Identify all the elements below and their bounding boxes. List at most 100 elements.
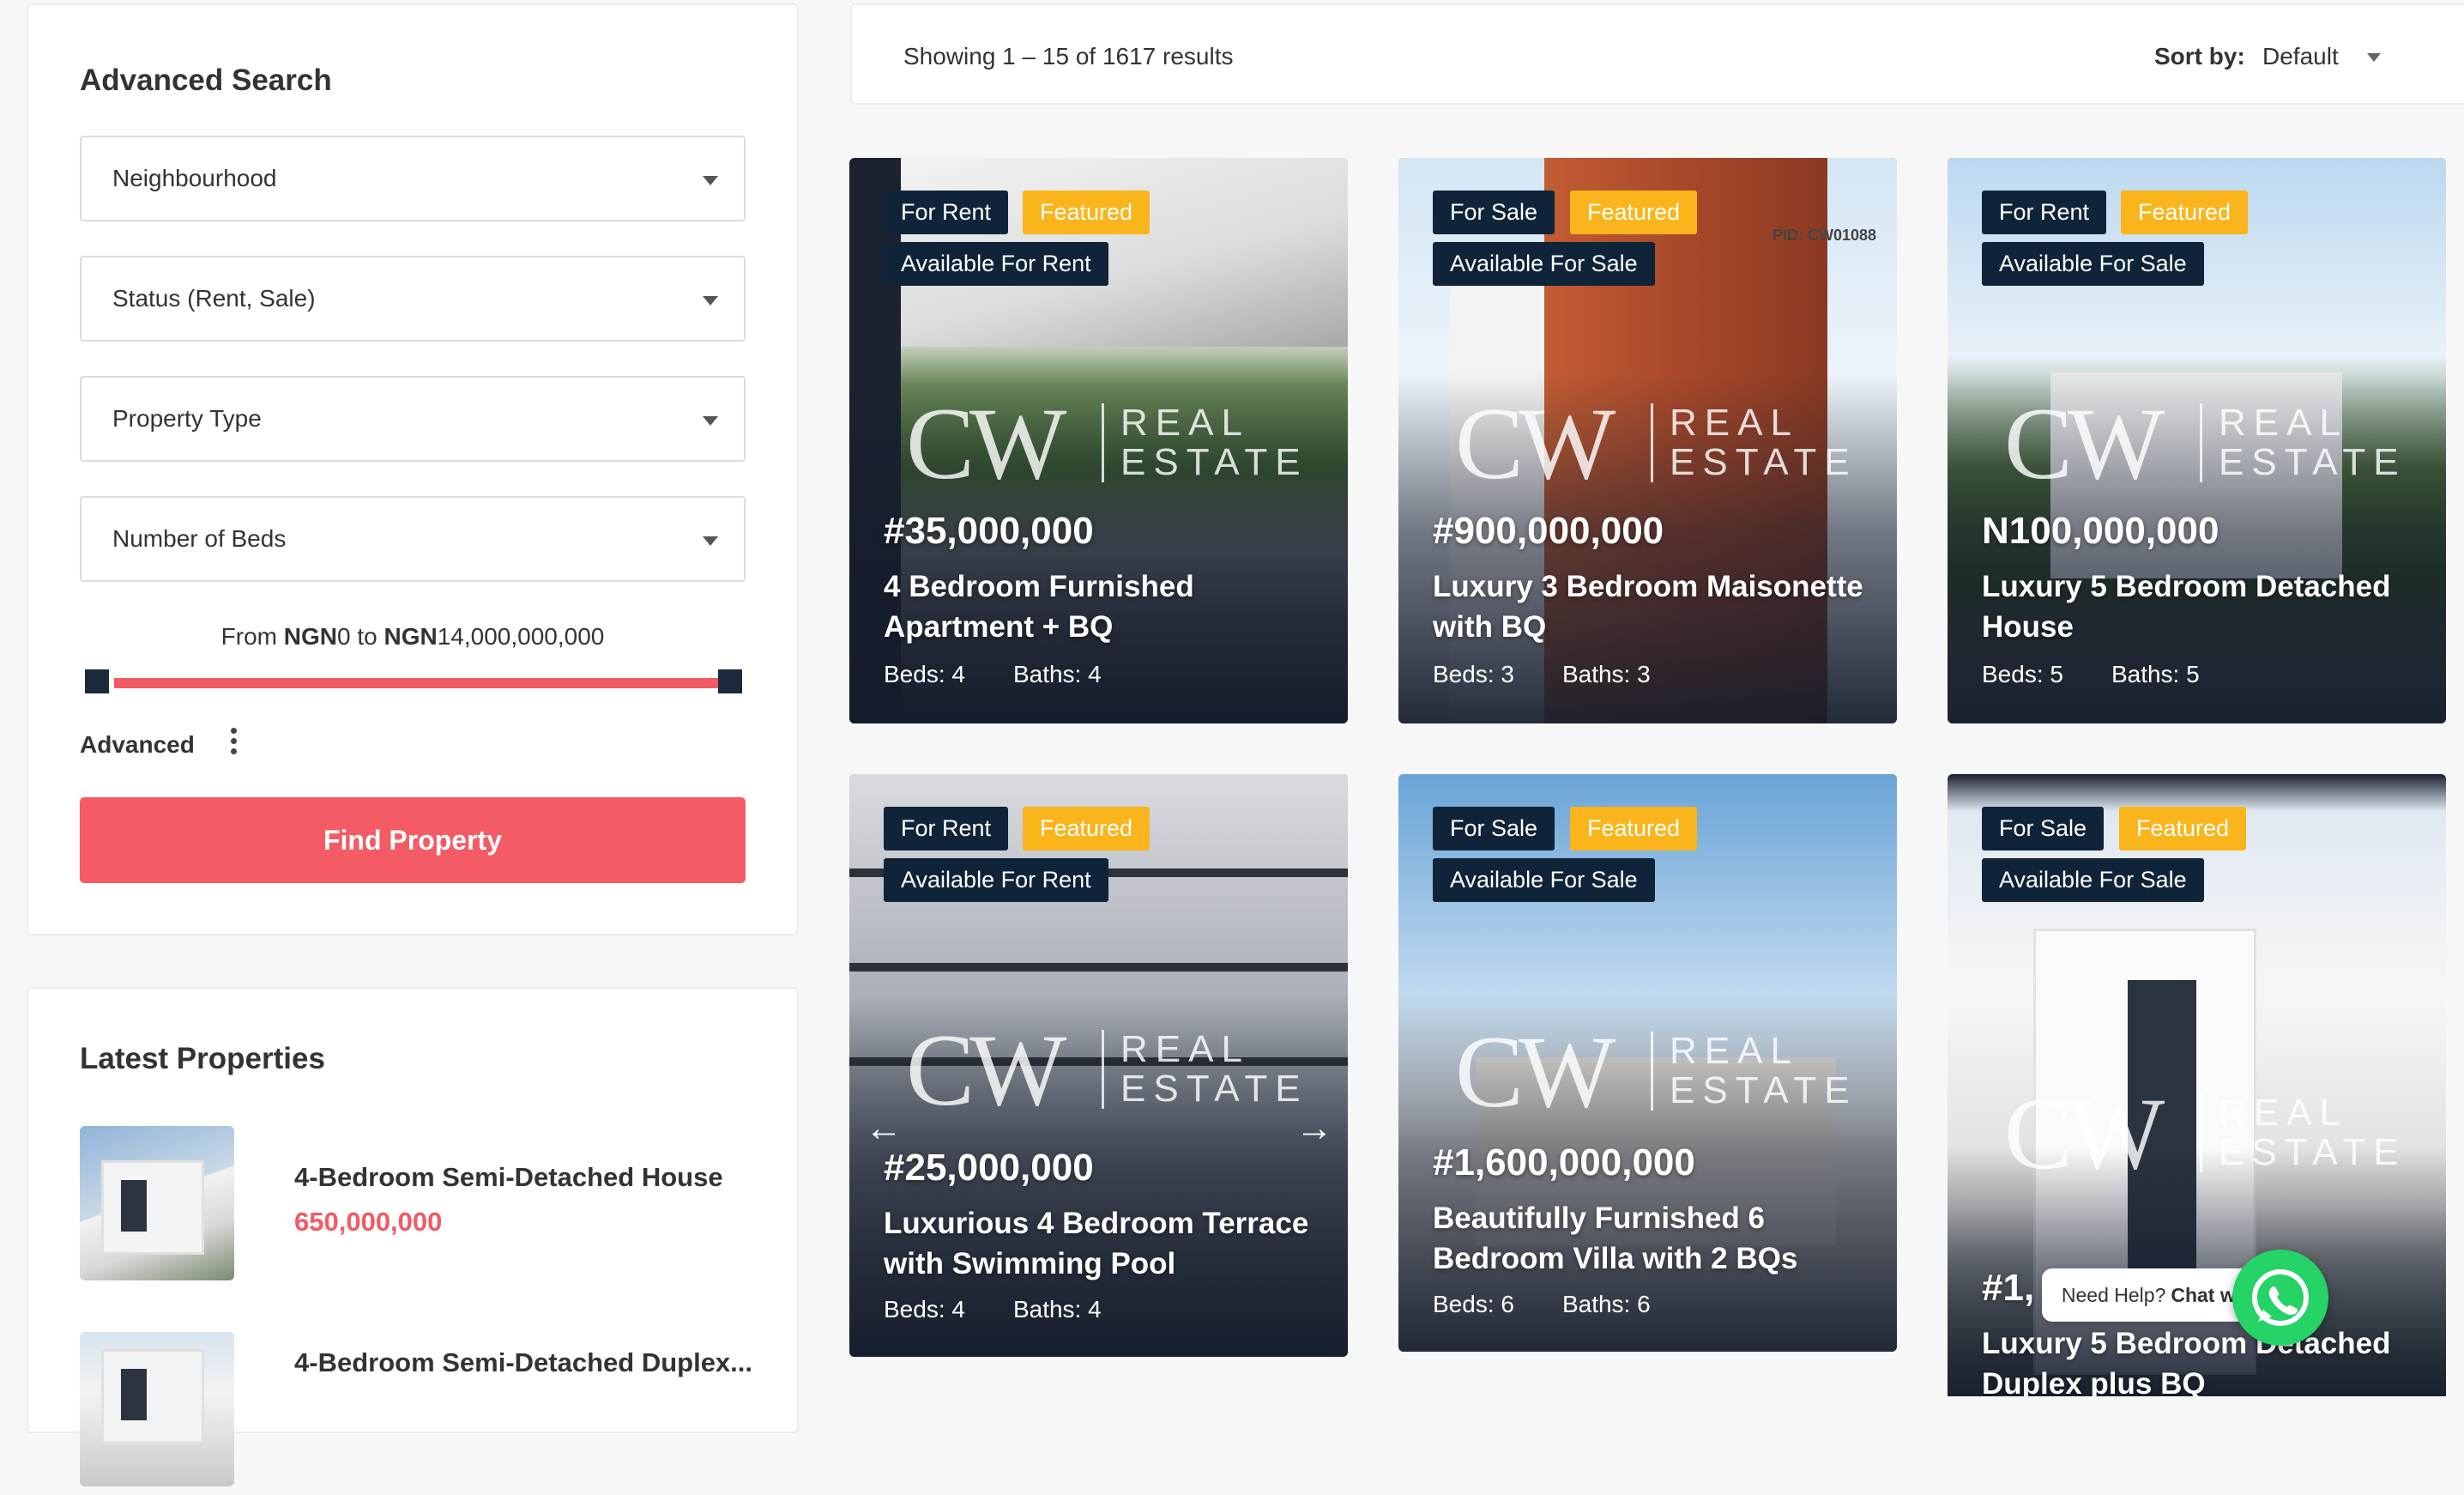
property-meta: Beds: 4 Baths: 4 [884,1296,1150,1323]
price-slider-max-handle[interactable] [718,669,742,693]
availability-tag: Available For Rent [884,242,1108,286]
baths-count: Baths: 6 [1561,1291,1651,1317]
range-to-label: to [357,623,377,650]
watermark-estate: ESTATE [1120,441,1308,483]
watermark-estate: ESTATE [1670,441,1857,483]
range-currency-min: NGN [283,623,337,650]
watermark-cw: CW [1455,386,1615,500]
cw-real-estate-watermark: CW REAL ESTATE [2004,1076,2416,1190]
sort-by-label: Sort by: [2154,43,2245,70]
watermark-cw: CW [906,386,1066,500]
beds-count: Beds: 3 [1433,661,1514,687]
advanced-toggle-label[interactable]: Advanced [80,731,195,759]
property-meta: Beds: 4 Baths: 4 [884,661,1150,688]
watermark-estate: ESTATE [1670,1069,1857,1111]
property-meta: Beds: 6 Baths: 6 [1433,1291,1699,1318]
watermark-real: REAL [1120,1028,1250,1070]
latest-property-name[interactable]: 4-Bedroom Semi-Detached House [294,1162,723,1193]
watermark-real: REAL [1670,1030,1799,1072]
sort-select[interactable]: Default [2262,43,2339,70]
chevron-down-icon[interactable] [2367,53,2381,62]
chevron-down-icon [703,296,718,306]
watermark-cw: CW [906,1013,1066,1127]
beds-select[interactable]: Number of Beds [80,496,746,582]
range-from-label: From [220,623,277,650]
status-tag[interactable]: For Rent [884,191,1009,234]
baths-count: Baths: 4 [1012,661,1102,687]
latest-properties-title: Latest Properties [80,1042,325,1075]
property-meta: Beds: 3 Baths: 3 [1433,661,1699,688]
find-property-button[interactable]: Find Property [80,797,746,883]
latest-property-name[interactable]: 4-Bedroom Semi-Detached Duplex... [294,1347,752,1378]
beds-count: Beds: 5 [1982,661,2063,687]
cw-real-estate-watermark: CW REAL ESTATE [906,386,1318,500]
featured-tag: Featured [2121,191,2249,234]
advanced-search-panel: Advanced Search Neighbourhood Status (Re… [27,3,799,935]
status-tag[interactable]: For Rent [1982,191,2107,234]
availability-tag: Available For Sale [1433,242,1655,286]
property-card[interactable]: For Rent Featured Available For Rent CW … [849,158,1348,723]
property-price: #900,000,000 [1433,510,1664,552]
results-toolbar: Showing 1 – 15 of 1617 results Sort by: … [850,3,2464,105]
range-currency-max: NGN [383,623,438,650]
property-meta: Beds: 5 Baths: 5 [1982,661,2248,688]
property-card[interactable]: For Sale Featured Available For Sale CW … [1398,774,1897,1352]
latest-property-item[interactable]: 4-Bedroom Semi-Detached Duplex... [80,1332,766,1495]
more-vertical-icon[interactable] [227,728,239,759]
property-title[interactable]: Beautifully Furnished 6 Bedroom Villa wi… [1433,1198,1870,1279]
watermark-real: REAL [2219,1092,2348,1134]
property-price: N100,000,000 [1982,510,2219,552]
cw-real-estate-watermark: CW REAL ESTATE [2004,392,2416,495]
status-tag[interactable]: For Sale [1433,807,1555,850]
featured-tag: Featured [1023,191,1150,234]
whatsapp-icon[interactable] [2232,1250,2328,1346]
beds-select-label: Number of Beds [112,525,287,552]
property-price: #1,600,000,000 [1433,1141,1695,1183]
property-price: #25,000,000 [884,1147,1094,1189]
property-type-select[interactable]: Property Type [80,376,746,462]
watermark-estate: ESTATE [2219,1131,2407,1173]
property-card[interactable]: For Rent Featured Available For Rent ← →… [849,774,1348,1357]
chevron-down-icon [703,536,718,546]
baths-count: Baths: 4 [1012,1296,1102,1322]
property-card[interactable]: PID: CW01088 For Sale Featured Available… [1398,158,1897,723]
price-slider-min-handle[interactable] [85,669,109,693]
availability-tag: Available For Sale [1982,242,2204,286]
availability-tag: Available For Sale [1433,858,1655,902]
property-title[interactable]: Luxury 3 Bedroom Maisonette with BQ [1433,566,1870,647]
watermark-cw: CW [1455,1014,1615,1129]
status-select-label: Status (Rent, Sale) [112,285,316,312]
status-select[interactable]: Status (Rent, Sale) [80,256,746,342]
availability-tag: Available For Rent [884,858,1108,902]
latest-property-thumbnail[interactable] [80,1332,234,1486]
property-title[interactable]: Luxury 5 Bedroom Detached Duplex plus BQ [1982,1323,2419,1396]
carousel-prev-icon[interactable]: ← [865,1107,903,1150]
neighbourhood-select-label: Neighbourhood [112,165,277,191]
latest-property-item[interactable]: 4-Bedroom Semi-Detached House 650,000,00… [80,1126,766,1289]
range-max-value: 14,000,000,000 [437,623,605,650]
property-id: PID: CW01088 [1772,227,1876,244]
price-slider-track[interactable] [114,678,740,688]
availability-tag: Available For Sale [1982,858,2204,902]
cw-real-estate-watermark: CW REAL ESTATE [1455,386,1867,500]
watermark-cw: CW [2004,1076,2165,1190]
featured-tag: Featured [1570,807,1698,850]
beds-count: Beds: 4 [884,661,965,687]
baths-count: Baths: 3 [1561,661,1651,687]
property-title[interactable]: 4 Bedroom Furnished Apartment + BQ [884,566,1321,647]
beds-count: Beds: 6 [1433,1291,1514,1317]
property-title[interactable]: Luxurious 4 Bedroom Terrace with Swimmin… [884,1203,1321,1284]
watermark-estate: ESTATE [2219,441,2407,483]
property-card[interactable]: For Rent Featured Available For Sale CW … [1948,158,2446,723]
status-tag[interactable]: For Sale [1982,807,2105,850]
neighbourhood-select[interactable]: Neighbourhood [80,136,746,221]
status-tag[interactable]: For Sale [1433,191,1555,234]
status-tag[interactable]: For Rent [884,807,1009,850]
watermark-estate: ESTATE [1120,1068,1308,1110]
latest-property-thumbnail[interactable] [80,1126,234,1280]
featured-tag: Featured [1023,807,1150,850]
watermark-real: REAL [1670,402,1799,444]
results-count: Showing 1 – 15 of 1617 results [903,43,1234,70]
property-title[interactable]: Luxury 5 Bedroom Detached House [1982,566,2419,647]
chevron-down-icon [703,176,718,185]
